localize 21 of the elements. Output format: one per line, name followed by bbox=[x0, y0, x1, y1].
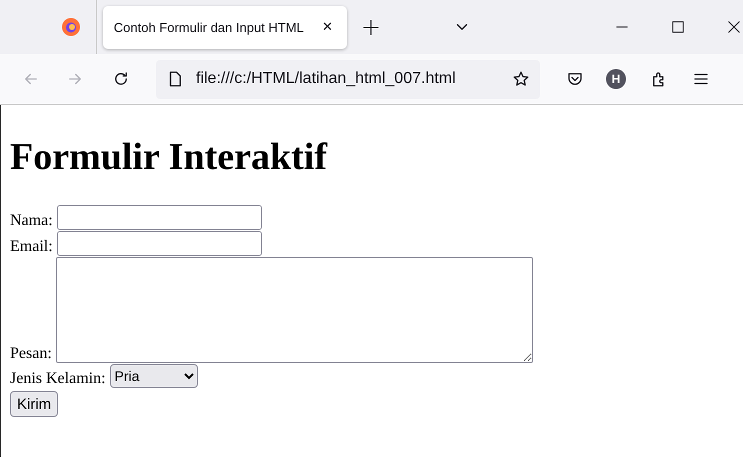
star-icon[interactable] bbox=[512, 70, 530, 88]
text-input[interactable] bbox=[56, 231, 262, 256]
new-tab-button[interactable]: + bbox=[360, 13, 381, 41]
field-label: Nama: bbox=[10, 212, 53, 230]
browser-tab[interactable]: Contoh Formulir dan Input HTML ✕ bbox=[102, 6, 347, 48]
url-text: file:///c:/HTML/latihan_html_007.html bbox=[196, 70, 457, 88]
field-label: Jenis Kelamin: bbox=[10, 370, 106, 388]
gender-select[interactable]: Pria bbox=[110, 364, 198, 388]
message-textarea[interactable] bbox=[56, 257, 533, 363]
tab-title: Contoh Formulir dan Input HTML bbox=[114, 20, 304, 34]
text-input[interactable] bbox=[56, 205, 262, 230]
address-bar[interactable]: file:///c:/HTML/latihan_html_007.html bbox=[156, 60, 540, 98]
reload-icon[interactable] bbox=[112, 70, 130, 88]
pocket-icon[interactable] bbox=[566, 70, 584, 88]
field-label: Email: bbox=[10, 238, 53, 256]
page-heading: Formulir Interaktif bbox=[10, 135, 328, 180]
tab-close-button[interactable]: ✕ bbox=[322, 20, 333, 34]
profile-avatar[interactable]: H bbox=[606, 69, 626, 89]
browser-logo-icon bbox=[60, 17, 81, 37]
field-label: Pesan: bbox=[10, 345, 52, 363]
submit-button[interactable]: Kirim bbox=[10, 391, 58, 417]
